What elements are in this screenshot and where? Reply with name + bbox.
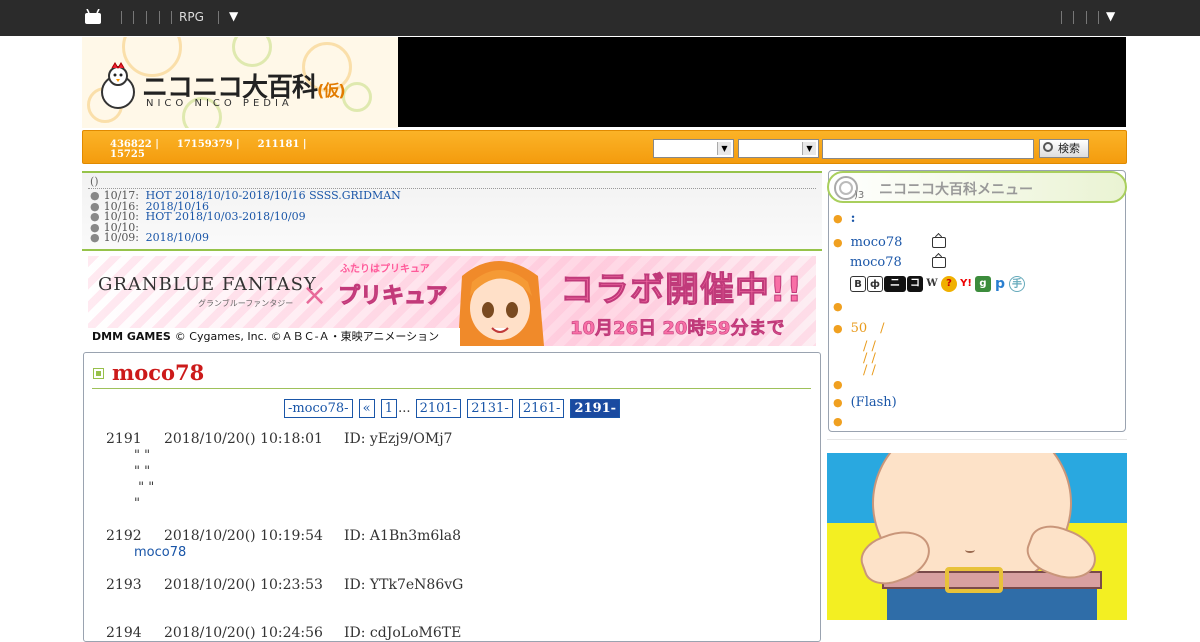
news-list: ● 10/17: HOT 2018/10/10-2018/10/16 SSSS.GR… (90, 190, 401, 245)
wikipedia-icon[interactable]: W (924, 276, 940, 292)
nav-separator (146, 11, 147, 24)
menu-item: ● 50 / (833, 321, 885, 336)
banner-precure-logo: プリキュア (338, 284, 449, 310)
stat-pictures: 211181 | (257, 139, 307, 150)
menu-item: ● (833, 415, 843, 428)
nav-separator (159, 11, 160, 24)
user-menu-dropdown[interactable]: ▼ (1106, 9, 1115, 23)
nav-separator (1061, 11, 1062, 24)
news-link[interactable]: 2018/10/09 (146, 231, 209, 244)
search-bar: 436822 | 17159379 | 211181 | 15725 ▼ ▼ 検索 (82, 130, 1127, 164)
mascot-icon (101, 62, 135, 109)
menu-link-moco78[interactable]: moco78 (851, 235, 903, 250)
menu-link-moco78[interactable]: moco78 (850, 255, 902, 270)
pager-page-2161[interactable]: 2161- (518, 399, 565, 418)
pager-page-current: 2191- (570, 399, 621, 418)
banner-headline: コラボ開催中!! (559, 270, 804, 311)
response-number[interactable]: 2192 (106, 528, 164, 544)
news-header: () (90, 175, 99, 188)
response-header: 2192 2018/10/20() 10:19:54 ID: A1Bn3m6la8 (106, 528, 462, 544)
nav-separator (218, 11, 219, 24)
niconico-logo-icon[interactable] (84, 9, 102, 25)
pager-page-2101[interactable]: 2101- (415, 399, 462, 418)
google-icon[interactable]: g (975, 276, 991, 292)
response-header: 2194 2018/10/20() 10:24:56 ID: cdJoLoM6TE (106, 625, 462, 641)
nav-separator (121, 11, 122, 24)
nav-separator (133, 11, 134, 24)
response-body: " " " " " " " (134, 448, 155, 511)
menu-item: ●: (833, 211, 856, 226)
niconico-icon[interactable]: ニ (884, 276, 906, 292)
response-header: 2191 2018/10/20() 10:18:01 ID: yEzj9/OMj7 (106, 431, 453, 447)
news-item: ● 10/09: 2018/10/09 (90, 231, 210, 245)
menu-header: )3 ニコニコ大百科メニュー (827, 171, 1127, 203)
pixiv-icon[interactable]: p (992, 276, 1008, 292)
tv-icon[interactable] (932, 237, 947, 248)
pagination: -moco78- « 1... 2101- 2131- 2161- 2191- (84, 399, 820, 418)
top-navigation-bar: RPG ▼ ▼ (0, 0, 1200, 36)
pager-prev[interactable]: « (358, 399, 375, 418)
nav-rpg-link[interactable]: RPG (179, 10, 204, 24)
yahoo-icon[interactable]: Y! (958, 276, 974, 292)
response-number[interactable]: 2191 (106, 431, 164, 447)
article-title-icon (93, 368, 104, 379)
menu-item: moco78 (850, 255, 946, 270)
nav-separator (1098, 11, 1099, 24)
stat-responses: 17159379 | (176, 139, 240, 150)
nav-separator (171, 11, 172, 24)
menu-item: ● (833, 300, 843, 313)
share-services: Bф ニコ W? Y! g p 手 (850, 276, 1026, 292)
search-mode-select[interactable]: ▼ (738, 139, 819, 158)
sidebar-menu: )3 ニコニコ大百科メニュー ●: ● moco78 moco78 Bф ニコ W? Y… (827, 170, 1127, 432)
news-box: () ● 10/17: HOT 2018/10/10-2018/10/16 SSSS… (82, 171, 822, 251)
hatena-icon[interactable]: B (850, 276, 866, 292)
pager-page-1[interactable]: 1 (380, 399, 398, 418)
nav-separator (1086, 11, 1087, 24)
nav-more-dropdown[interactable]: ▼ (229, 9, 238, 23)
site-subtitle: NICO NICO PEDIA (146, 98, 293, 109)
stat-other: 15725 (110, 149, 145, 160)
menu-link-flash[interactable]: (Flash) (851, 395, 897, 410)
banner-gbf-logo: GRANBLUE FANTASY (98, 274, 317, 295)
pager-article-link[interactable]: -moco78- (283, 399, 353, 418)
banner-character-image (458, 261, 544, 346)
site-stats: 436822 | 17159379 | 211181 | 15725 (110, 140, 410, 160)
nav-separator (1073, 11, 1074, 24)
pager-page-2131[interactable]: 2131- (467, 399, 513, 418)
menu-item: ● moco78 (833, 235, 947, 250)
search-category-select[interactable]: ▼ (653, 139, 734, 158)
menu-item: / / (850, 363, 876, 378)
site-header: ニコニコ大百科(仮) NICO NICO PEDIA (82, 37, 1127, 128)
search-icon (1043, 142, 1053, 152)
ad-label-bar (827, 439, 1127, 453)
search-button[interactable]: 検索 (1039, 139, 1089, 158)
chiebukuro-icon[interactable]: ? (941, 276, 957, 292)
response-number[interactable]: 2194 (106, 625, 164, 641)
collab-banner-ad[interactable]: GRANBLUE FANTASY グランブルーファンタジー × ふたりはプリキュ… (88, 256, 816, 346)
menu-item: ● (833, 378, 843, 391)
response-link[interactable]: moco78 (134, 545, 186, 560)
livedoor-icon[interactable]: ф (867, 276, 883, 292)
tv-icon[interactable] (931, 257, 946, 268)
niconico-link-icon[interactable]: コ (907, 276, 923, 292)
svg-text:)3: )3 (854, 190, 864, 201)
sidebar-ad-image[interactable] (827, 453, 1127, 620)
banner-footer: DMM GAMES © Cygames, Inc. ©ＡＢＣ-Ａ・東映アニメーショ… (88, 328, 460, 346)
tegaki-icon[interactable]: 手 (1009, 276, 1025, 292)
banner-cross-icon: × (302, 278, 328, 313)
response-number[interactable]: 2193 (106, 577, 164, 593)
banner-date: 10月26日 20時59分まで (570, 318, 785, 340)
menu-item: ● (Flash) (833, 395, 897, 410)
menu-header-icon: )3 (834, 176, 864, 201)
menu-title: ニコニコ大百科メニュー (879, 182, 1033, 198)
site-logo[interactable]: ニコニコ大百科(仮) NICO NICO PEDIA (82, 37, 398, 128)
search-input[interactable] (822, 139, 1034, 159)
article-title[interactable]: moco78 (112, 360, 204, 385)
news-link[interactable]: HOT 2018/10/03-2018/10/09 (146, 210, 306, 223)
chevron-down-icon: ▼ (802, 142, 816, 155)
article-panel: moco78 -moco78- « 1... 2101- 2131- 2161-… (83, 352, 821, 642)
header-ad-slot (398, 37, 1126, 127)
response-header: 2193 2018/10/20() 10:23:53 ID: YTk7eN86vG (106, 577, 464, 593)
chevron-down-icon: ▼ (717, 142, 731, 155)
